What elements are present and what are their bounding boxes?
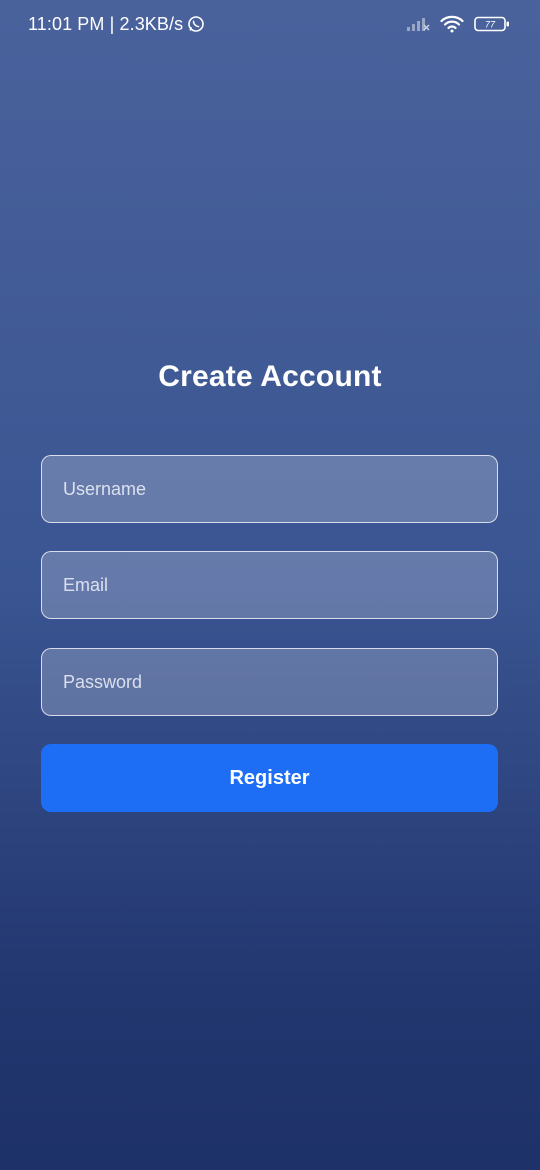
register-button[interactable]: Register xyxy=(41,744,498,812)
status-time-speed: 11:01 PM | 2.3KB/s xyxy=(28,13,184,34)
battery-icon: 77 xyxy=(474,16,510,32)
battery-level: 77 xyxy=(485,20,496,30)
email-input[interactable] xyxy=(63,552,497,618)
email-field[interactable] xyxy=(41,551,498,619)
status-right: 77 xyxy=(406,15,510,33)
username-input[interactable] xyxy=(63,456,497,522)
password-input[interactable] xyxy=(63,649,497,715)
username-field[interactable] xyxy=(41,455,498,523)
whatsapp-icon xyxy=(187,15,205,33)
status-left: 11:01 PM | 2.3KB/s xyxy=(28,14,205,35)
password-field[interactable] xyxy=(41,648,498,716)
wifi-icon xyxy=(440,15,464,33)
page-title: Create Account xyxy=(158,360,382,393)
status-bar: 11:01 PM | 2.3KB/s 77 xyxy=(0,0,540,48)
signal-icon xyxy=(406,16,430,32)
